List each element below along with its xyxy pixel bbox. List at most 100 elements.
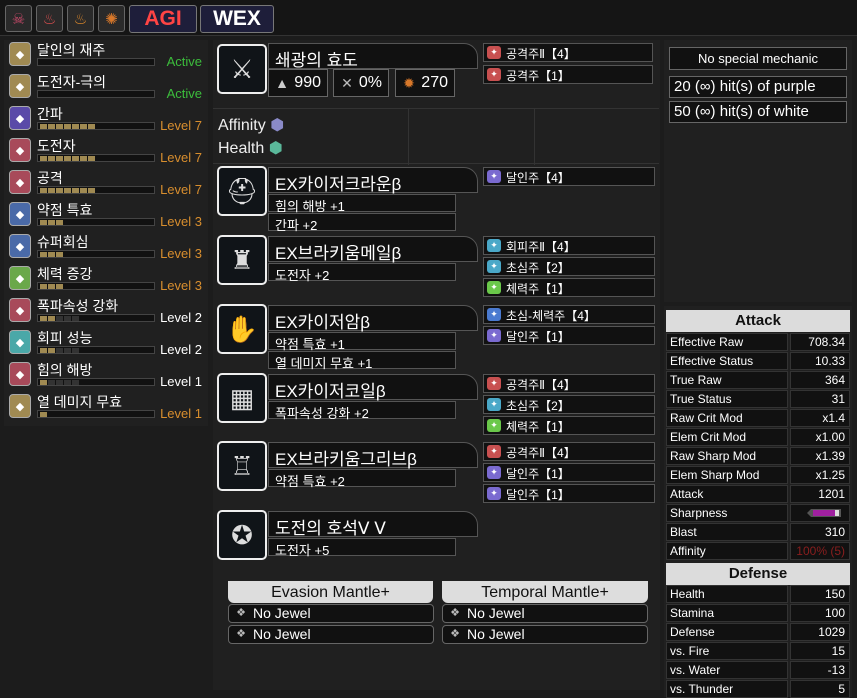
skill-icon: ◆ <box>9 362 31 386</box>
top-bar: ☠ ♨ ♨ ✺ AGI WEX <box>0 0 857 36</box>
sleep-icon[interactable]: ♨ <box>67 5 94 32</box>
skill-name: 체력 증강 <box>37 266 93 282</box>
armor-piece-name[interactable]: EX브라키움메일β <box>268 236 478 263</box>
armor-piece-name[interactable]: EX카이저크라운β <box>268 167 478 194</box>
mantle-jewel-slot[interactable]: ❖ No Jewel <box>228 625 434 644</box>
skill-name: 폭파속성 강화 <box>37 298 119 314</box>
skill-row[interactable]: ◆ 슈퍼회심 Level 3 <box>7 232 207 264</box>
armor-piece-name[interactable]: EX브라키움그리브β <box>268 442 478 469</box>
wex-tag-button[interactable]: WEX <box>200 5 274 33</box>
decoration-icon: ✦ <box>487 445 501 458</box>
skill-pip <box>56 348 63 353</box>
stat-value: 10.33 <box>790 352 850 370</box>
armor-piece-name[interactable]: EX카이저코일β <box>268 374 478 401</box>
armor-piece-icon[interactable]: ✪ <box>217 510 267 560</box>
skill-row[interactable]: ◆ 회피 성능 Level 2 <box>7 328 207 360</box>
weapon-deco-slot[interactable]: ✦ 공격주Ⅱ【4】 <box>483 43 653 62</box>
skill-pip <box>48 220 55 225</box>
stat-label: Sharpness <box>666 504 788 522</box>
skill-row[interactable]: ◆ 달인의 재주 Active <box>7 40 207 72</box>
blast-icon[interactable]: ✺ <box>98 5 125 32</box>
armor-deco-slot[interactable]: ✦ 달인주【1】 <box>483 484 655 503</box>
skill-level: Active <box>166 86 202 101</box>
skill-pip <box>40 380 47 385</box>
stat-value: x1.4 <box>790 409 850 427</box>
decoration-icon: ✦ <box>487 398 501 411</box>
skill-level-bar <box>37 186 155 194</box>
skill-icon: ◆ <box>9 42 31 66</box>
skill-row[interactable]: ◆ 공격 Level 7 <box>7 168 207 200</box>
skill-row[interactable]: ◆ 간파 Level 7 <box>7 104 207 136</box>
skill-pip <box>72 156 79 161</box>
armor-deco-slot[interactable]: ✦ 초심주【2】 <box>483 257 655 276</box>
skill-pip <box>48 188 55 193</box>
weapon-deco-slot[interactable]: ✦ 공격주【1】 <box>483 65 653 84</box>
mantle-jewel-slot[interactable]: ❖ No Jewel <box>442 604 648 623</box>
armor-deco-slot[interactable]: ✦ 초심주【2】 <box>483 395 655 414</box>
mantle-jewel-slot[interactable]: ❖ No Jewel <box>442 625 648 644</box>
skill-pip <box>80 188 87 193</box>
armor-deco-slot[interactable]: ✦ 체력주【1】 <box>483 278 655 297</box>
skill-icon: ◆ <box>9 234 31 258</box>
weapon-name[interactable]: 쇄광의 효도 <box>268 43 478 70</box>
armor-piece-icon[interactable]: ♜ <box>217 235 267 285</box>
armor-deco-slot[interactable]: ✦ 초심-체력주【4】 <box>483 305 655 324</box>
stat-label: Stamina <box>666 604 788 622</box>
stat-row: True Status 31 <box>666 390 850 408</box>
stat-value <box>790 504 850 522</box>
skill-pip <box>40 124 47 129</box>
decoration-icon: ✦ <box>487 377 501 390</box>
skill-row[interactable]: ◆ 도전자 Level 7 <box>7 136 207 168</box>
skill-row[interactable]: ◆ 도전자-극의 Active <box>7 72 207 104</box>
mantle-jewel-slot[interactable]: ❖ No Jewel <box>228 604 434 623</box>
armor-deco-slot[interactable]: ✦ 체력주【1】 <box>483 416 655 435</box>
mantle-title-2[interactable]: Temporal Mantle+ <box>442 581 648 603</box>
armor-deco-slot[interactable]: ✦ 회피주Ⅱ【4】 <box>483 236 655 255</box>
skill-level: Level 3 <box>160 214 202 229</box>
armor-piece-icon[interactable]: ⛑ <box>217 166 267 216</box>
armor-piece-icon[interactable]: ✋ <box>217 304 267 354</box>
armor-deco-slot[interactable]: ✦ 달인주【1】 <box>483 463 655 482</box>
skill-pip <box>56 156 63 161</box>
skill-pip <box>64 124 71 129</box>
skill-row[interactable]: ◆ 체력 증강 Level 3 <box>7 264 207 296</box>
armor-piece-icon[interactable]: ▦ <box>217 373 267 423</box>
skill-pip <box>56 284 63 289</box>
armor-skill: 약점 특효 +2 <box>268 469 456 489</box>
stat-label: Blast <box>666 523 788 541</box>
skill-pip <box>64 380 71 385</box>
skill-row[interactable]: ◆ 약점 특효 Level 3 <box>7 200 207 232</box>
armor-piece-name[interactable]: 도전의 호석Ⅴ Ⅴ <box>268 511 478 538</box>
armor-skill: 도전자 +5 <box>268 538 456 558</box>
mantle-title-1[interactable]: Evasion Mantle+ <box>228 581 433 603</box>
armor-deco-slot[interactable]: ✦ 달인주【4】 <box>483 167 655 186</box>
skill-pip <box>88 124 95 129</box>
skill-row[interactable]: ◆ 폭파속성 강화 Level 2 <box>7 296 207 328</box>
weapon-icon[interactable]: ⚔ <box>217 44 267 94</box>
armor-piece-name[interactable]: EX카이저암β <box>268 305 478 332</box>
skill-icon: ◆ <box>9 138 31 162</box>
weapon-affinity: ✕ 0% <box>333 69 389 97</box>
skill-level-bar <box>37 218 155 226</box>
skill-name: 약점 특효 <box>37 202 93 218</box>
skill-row[interactable]: ◆ 힘의 해방 Level 1 <box>7 360 207 392</box>
divider <box>408 109 409 165</box>
decoration-icon: ✦ <box>487 170 501 183</box>
stat-value: -13 <box>790 661 850 679</box>
skill-name: 달인의 재주 <box>37 42 106 58</box>
skill-level: Level 2 <box>160 310 202 325</box>
armor-deco-slot[interactable]: ✦ 공격주Ⅱ【4】 <box>483 442 655 461</box>
decoration-icon: ✦ <box>487 419 501 432</box>
skill-level-bar <box>37 378 155 386</box>
armor-deco-slot[interactable]: ✦ 달인주【1】 <box>483 326 655 345</box>
poison-icon[interactable]: ☠ <box>5 5 32 32</box>
paralysis-icon[interactable]: ♨ <box>36 5 63 32</box>
agi-tag-button[interactable]: AGI <box>129 5 197 33</box>
skill-name: 도전자-극의 <box>37 74 107 90</box>
armor-piece-icon[interactable]: ♖ <box>217 441 267 491</box>
skill-row[interactable]: ◆ 열 데미지 무효 Level 1 <box>7 392 207 424</box>
armor-deco-slot[interactable]: ✦ 공격주Ⅱ【4】 <box>483 374 655 393</box>
stat-label: Health <box>666 585 788 603</box>
skill-level: Level 2 <box>160 342 202 357</box>
stat-label: Attack <box>666 485 788 503</box>
